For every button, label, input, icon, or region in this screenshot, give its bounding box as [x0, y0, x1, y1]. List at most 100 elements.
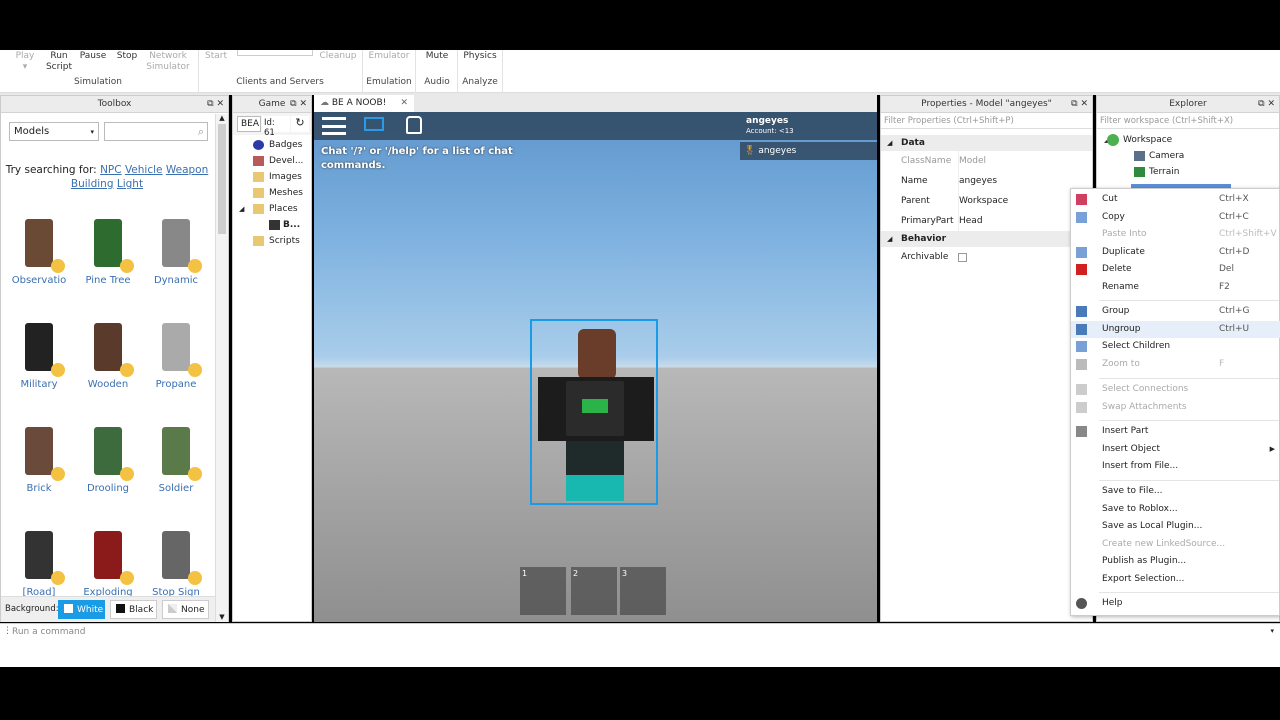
hotbar-slot[interactable]: 2: [571, 567, 617, 615]
category-dropdown[interactable]: Models ▾: [9, 122, 99, 141]
selected-character[interactable]: [530, 319, 658, 505]
menu-item-insert-object[interactable]: Insert Object ▶: [1071, 441, 1280, 458]
property-value[interactable]: Workspace: [958, 191, 1008, 211]
property-row[interactable]: Parent Workspace: [881, 191, 1092, 211]
stop-button[interactable]: Stop: [114, 51, 140, 62]
select-children-icon: [1076, 341, 1087, 352]
menu-item-insert-part[interactable]: Insert Part: [1071, 423, 1280, 440]
endorsed-badge-icon: [188, 363, 202, 377]
backpack-icon[interactable]: [406, 116, 422, 134]
game-item[interactable]: ◢ Places: [233, 201, 311, 217]
chevron-down-icon[interactable]: ▾: [1270, 627, 1274, 635]
mute-button[interactable]: Mute: [420, 51, 454, 62]
property-value[interactable]: Head: [958, 211, 983, 231]
toolbox-item[interactable]: Drooling: [73, 421, 143, 494]
pause-button[interactable]: Pause: [78, 51, 108, 62]
place-tab[interactable]: ☁ BE A NOOB! ✕: [314, 95, 414, 112]
toolbox-item[interactable]: Pine Tree: [73, 213, 143, 286]
menu-item-delete[interactable]: Delete Del: [1071, 261, 1280, 278]
toolbox-item[interactable]: Wooden: [73, 317, 143, 390]
game-name-field[interactable]: BEA: [237, 116, 261, 132]
game-id-field[interactable]: Id: 61: [262, 116, 290, 138]
drag-handle-icon[interactable]: ⋮: [3, 626, 12, 636]
suggestion-light[interactable]: Light: [117, 178, 143, 190]
game-item[interactable]: Badges: [233, 137, 311, 153]
behavior-category[interactable]: ◢ Behavior: [881, 231, 1092, 247]
bg-black-button[interactable]: Black: [110, 600, 157, 619]
tree-item-workspace[interactable]: ◢Workspace: [1097, 132, 1279, 148]
cleanup-button[interactable]: Cleanup: [318, 51, 358, 62]
menu-item-paste-into: Paste Into Ctrl+Shift+V: [1071, 226, 1280, 243]
run-script-button[interactable]: Run Script: [44, 51, 74, 73]
game-item[interactable]: Images: [233, 169, 311, 185]
menu-item-insert-from-file[interactable]: Insert from File...: [1071, 458, 1280, 475]
physics-button[interactable]: Physics: [461, 51, 499, 62]
tree-item-camera[interactable]: Camera: [1097, 148, 1279, 164]
bg-none-button[interactable]: None: [162, 600, 209, 619]
suggestion-npc[interactable]: NPC: [100, 164, 122, 176]
command-bar[interactable]: ⋮ Run a command ▾: [0, 623, 1280, 640]
hotbar-slot[interactable]: 1: [520, 567, 566, 615]
toolbox-search-input[interactable]: ⌕: [104, 122, 208, 141]
game-item[interactable]: B...: [233, 217, 311, 233]
archivable-checkbox[interactable]: [958, 253, 967, 262]
game-item[interactable]: Scripts: [233, 233, 311, 249]
emulator-button[interactable]: Emulator: [366, 51, 412, 62]
player-list-entry[interactable]: 🎖 angeyes: [740, 142, 877, 160]
property-value[interactable]: angeyes: [958, 171, 997, 191]
menu-item-select-children[interactable]: Select Children: [1071, 338, 1280, 355]
menu-item-ungroup[interactable]: Ungroup Ctrl+U: [1071, 320, 1280, 338]
menu-item-cut[interactable]: Cut Ctrl+X: [1071, 191, 1280, 208]
menu-item-save-to-roblox[interactable]: Save to Roblox...: [1071, 501, 1280, 518]
property-row[interactable]: ClassName Model: [881, 151, 1092, 171]
menu-item-help[interactable]: Help: [1071, 595, 1280, 612]
menu-item-group[interactable]: Group Ctrl+G: [1071, 303, 1280, 320]
toolbox-item[interactable]: Observatio: [4, 213, 74, 286]
players-dropdown[interactable]: [237, 50, 313, 56]
game-item[interactable]: Meshes: [233, 185, 311, 201]
dock-close-icons[interactable]: ⧉ ✕: [1258, 96, 1275, 113]
group-icon: [1076, 306, 1087, 317]
menu-item-duplicate[interactable]: Duplicate Ctrl+D: [1071, 244, 1280, 261]
command-input[interactable]: Run a command: [12, 627, 85, 637]
suggestion-weapon[interactable]: Weapon: [166, 164, 208, 176]
suggestion-building[interactable]: Building: [71, 178, 114, 190]
menu-item-publish-as-plugin[interactable]: Publish as Plugin...: [1071, 553, 1280, 570]
dock-close-icons[interactable]: ⧉ ✕: [1071, 96, 1088, 113]
toolbox-item[interactable]: Soldier: [141, 421, 211, 494]
toolbox-item[interactable]: Exploding: [73, 525, 143, 598]
toolbox-scrollbar[interactable]: ▲ ▼: [215, 114, 228, 622]
toolbox-item[interactable]: Stop Sign: [141, 525, 211, 598]
explorer-filter-input[interactable]: Filter workspace (Ctrl+Shift+X): [1097, 113, 1279, 129]
play-button[interactable]: Play ▾: [14, 51, 36, 73]
toolbox-item[interactable]: Propane: [141, 317, 211, 390]
menu-item-save-as-local-plugin[interactable]: Save as Local Plugin...: [1071, 518, 1280, 535]
property-row[interactable]: Name angeyes: [881, 171, 1092, 191]
toolbox-item[interactable]: Military: [4, 317, 74, 390]
suggestion-vehicle[interactable]: Vehicle: [125, 164, 163, 176]
tree-item-terrain[interactable]: Terrain: [1097, 164, 1279, 180]
toolbox-item[interactable]: Dynamic: [141, 213, 211, 286]
properties-filter-input[interactable]: Filter Properties (Ctrl+Shift+P): [881, 113, 1092, 129]
menu-item-save-to-file[interactable]: Save to File...: [1071, 483, 1280, 500]
toolbox-item[interactable]: Brick: [4, 421, 74, 494]
data-category[interactable]: ◢ Data: [881, 135, 1092, 151]
game-item[interactable]: Devel...: [233, 153, 311, 169]
toolbox-item[interactable]: [Road]: [4, 525, 74, 598]
dock-close-icons[interactable]: ⧉ ✕: [207, 96, 224, 113]
property-value[interactable]: Model: [958, 151, 986, 171]
start-button[interactable]: Start: [202, 51, 230, 62]
property-row[interactable]: PrimaryPart Head: [881, 211, 1092, 231]
chat-icon[interactable]: [364, 117, 384, 131]
bg-white-button[interactable]: White: [58, 600, 105, 619]
game-view[interactable]: angeyes Account: <13 🎖 angeyes Chat '/?' …: [314, 112, 877, 622]
menu-item-rename[interactable]: Rename F2: [1071, 279, 1280, 296]
hotbar-slot[interactable]: 3: [620, 567, 666, 615]
menu-icon[interactable]: [322, 117, 346, 135]
network-simulator-button[interactable]: Network Simulator: [145, 51, 191, 73]
dock-close-icons[interactable]: ⧉ ✕: [290, 96, 307, 113]
menu-item-copy[interactable]: Copy Ctrl+C: [1071, 209, 1280, 226]
close-tab-icon[interactable]: ✕: [400, 95, 408, 112]
refresh-icon[interactable]: ↻: [291, 116, 309, 132]
menu-item-export-selection[interactable]: Export Selection...: [1071, 571, 1280, 588]
